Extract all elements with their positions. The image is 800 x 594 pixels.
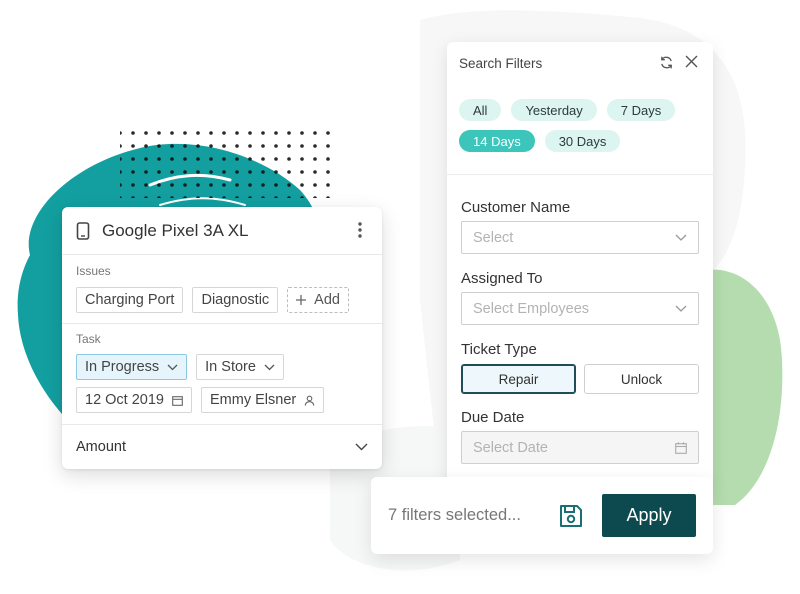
customer-name-placeholder: Select: [473, 229, 514, 246]
filters-divider: [447, 174, 713, 175]
ticket-type-field: Ticket Type Repair Unlock: [447, 341, 713, 394]
chevron-down-icon: [264, 364, 275, 370]
filters-title: Search Filters: [459, 55, 543, 71]
chevron-down-icon: [675, 234, 687, 241]
issues-label: Issues: [76, 264, 111, 278]
add-issue-label: Add: [314, 292, 340, 308]
ticket-type-label: Ticket Type: [461, 341, 537, 358]
task-label: Task: [76, 332, 101, 346]
due-date-placeholder: Select Date: [473, 439, 548, 456]
amount-label: Amount: [76, 438, 126, 455]
calendar-icon: [675, 441, 687, 454]
task-assignee-value: Emmy Elsner: [210, 392, 297, 408]
chevron-down-icon: [167, 364, 178, 370]
user-icon: [304, 395, 315, 406]
range-pill-7-days[interactable]: 7 Days: [606, 99, 676, 121]
due-date-label: Due Date: [461, 409, 525, 426]
due-date-picker[interactable]: Select Date: [461, 431, 699, 464]
range-pill-14-days[interactable]: 14 Days: [459, 130, 535, 152]
filters-header: Search Filters: [447, 42, 713, 84]
task-location-dropdown[interactable]: In Store: [196, 354, 284, 380]
assigned-to-select[interactable]: Select Employees: [461, 292, 699, 325]
customer-name-select[interactable]: Select: [461, 221, 699, 254]
quick-range-row-2: 14 Days 30 Days: [447, 130, 713, 152]
refresh-icon[interactable]: [659, 55, 675, 71]
green-blob: [705, 269, 783, 505]
phone-icon: [76, 221, 90, 240]
device-card-header: Google Pixel 3A XL: [62, 207, 382, 255]
assigned-to-label: Assigned To: [461, 270, 543, 287]
assigned-to-field: Assigned To Select Employees: [447, 270, 713, 325]
range-pill-30-days[interactable]: 30 Days: [544, 130, 621, 152]
dot-pattern: [120, 128, 330, 198]
customer-name-field: Customer Name Select: [447, 199, 713, 254]
task-section: Task In Progress In Store 12 Oct 2019 Em…: [62, 324, 382, 425]
task-status-value: In Progress: [85, 359, 160, 375]
search-filters-panel: Search Filters All Yesterday 7 Days 14 D…: [447, 42, 713, 486]
range-pill-all[interactable]: All: [459, 99, 502, 121]
filters-selected-count: 7 filters selected...: [388, 506, 521, 524]
issue-chip-charging-port[interactable]: Charging Port: [76, 287, 184, 313]
task-status-dropdown[interactable]: In Progress: [76, 354, 188, 380]
customer-name-label: Customer Name: [461, 199, 571, 216]
chevron-down-icon: [355, 443, 368, 450]
save-icon[interactable]: [558, 503, 584, 529]
calendar-icon: [172, 395, 183, 406]
issues-section: Issues Charging Port Diagnostic Add: [62, 255, 382, 324]
due-date-field: Due Date Select Date: [447, 409, 713, 464]
device-card: Google Pixel 3A XL Issues Charging Port …: [62, 207, 382, 469]
ticket-type-unlock-button[interactable]: Unlock: [584, 364, 699, 394]
task-date-value: 12 Oct 2019: [85, 392, 164, 408]
quick-range-row-1: All Yesterday 7 Days: [447, 99, 713, 121]
kebab-icon[interactable]: [352, 221, 368, 241]
task-location-value: In Store: [205, 359, 256, 375]
device-title: Google Pixel 3A XL: [102, 220, 249, 240]
add-issue-button[interactable]: Add: [287, 287, 349, 313]
apply-bar: 7 filters selected... Apply: [371, 477, 713, 554]
chevron-down-icon: [675, 305, 687, 312]
amount-row[interactable]: Amount: [62, 425, 382, 468]
task-assignee-field[interactable]: Emmy Elsner: [201, 387, 325, 413]
plus-icon: [296, 295, 307, 305]
apply-button[interactable]: Apply: [602, 494, 696, 537]
issue-chip-diagnostic[interactable]: Diagnostic: [192, 287, 279, 313]
ticket-type-repair-button[interactable]: Repair: [461, 364, 576, 394]
range-pill-yesterday[interactable]: Yesterday: [511, 99, 597, 121]
task-date-field[interactable]: 12 Oct 2019: [76, 387, 192, 413]
assigned-to-placeholder: Select Employees: [473, 300, 590, 317]
close-icon[interactable]: [685, 55, 701, 71]
